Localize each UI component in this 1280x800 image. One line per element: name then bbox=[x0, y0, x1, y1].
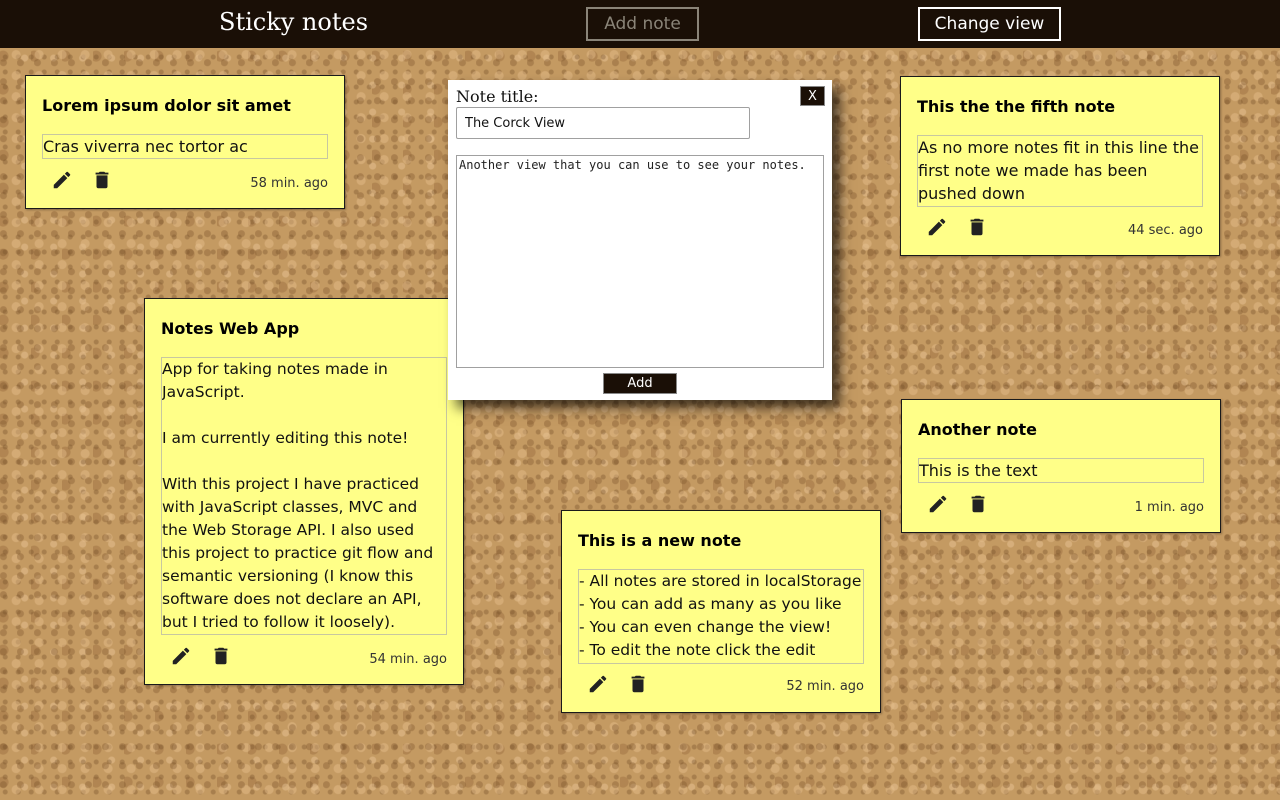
note-text[interactable]: - All notes are stored in localStorage -… bbox=[578, 569, 864, 664]
pencil-icon[interactable] bbox=[587, 673, 609, 695]
trash-icon[interactable] bbox=[91, 169, 113, 191]
note-card: This is a new note - All notes are store… bbox=[561, 510, 881, 713]
new-note-dialog: Note title: X Another view that you can … bbox=[448, 80, 832, 400]
note-timestamp: 54 min. ago bbox=[369, 652, 447, 667]
note-card: Another note This is the text 1 min. ago bbox=[901, 399, 1221, 533]
note-timestamp: 58 min. ago bbox=[250, 176, 328, 191]
note-title: This the the fifth note bbox=[917, 97, 1116, 116]
add-button[interactable]: Add bbox=[603, 373, 677, 394]
note-timestamp: 52 min. ago bbox=[786, 679, 864, 694]
note-title: Lorem ipsum dolor sit amet bbox=[42, 96, 291, 115]
note-text[interactable]: Cras viverra nec tortor ac elementum. bbox=[42, 134, 328, 159]
note-body-textarea[interactable]: Another view that you can use to see you… bbox=[456, 155, 824, 368]
pencil-icon[interactable] bbox=[51, 169, 73, 191]
note-timestamp: 44 sec. ago bbox=[1127, 223, 1203, 238]
note-text[interactable]: As no more notes fit in this line the fi… bbox=[917, 135, 1203, 207]
note-title: Another note bbox=[918, 420, 1037, 439]
note-title: Notes Web App bbox=[161, 319, 300, 338]
note-title-label: Note title: bbox=[456, 87, 539, 106]
note-text[interactable]: This is the text bbox=[918, 458, 1204, 483]
trash-icon[interactable] bbox=[966, 216, 988, 238]
trash-icon[interactable] bbox=[627, 673, 649, 695]
note-title: This is a new note bbox=[578, 531, 742, 550]
trash-icon[interactable] bbox=[210, 645, 232, 667]
note-title-input[interactable] bbox=[456, 107, 750, 139]
app-title: Sticky notes bbox=[219, 8, 369, 36]
note-card: Notes Web App App for taking notes made … bbox=[144, 298, 464, 685]
pencil-icon[interactable] bbox=[927, 493, 949, 515]
trash-icon[interactable] bbox=[967, 493, 989, 515]
pencil-icon[interactable] bbox=[170, 645, 192, 667]
add-note-button[interactable]: Add note bbox=[586, 7, 699, 41]
note-card: This the the fifth note As no more notes… bbox=[900, 76, 1220, 256]
pencil-icon[interactable] bbox=[926, 216, 948, 238]
app-header: Sticky notes Add note Change view bbox=[0, 0, 1280, 48]
note-card: Lorem ipsum dolor sit amet Cras viverra … bbox=[25, 75, 345, 209]
close-button[interactable]: X bbox=[800, 86, 825, 106]
change-view-button[interactable]: Change view bbox=[918, 7, 1061, 41]
note-text[interactable]: App for taking notes made in JavaScript.… bbox=[161, 357, 447, 635]
note-timestamp: 1 min. ago bbox=[1134, 500, 1204, 515]
